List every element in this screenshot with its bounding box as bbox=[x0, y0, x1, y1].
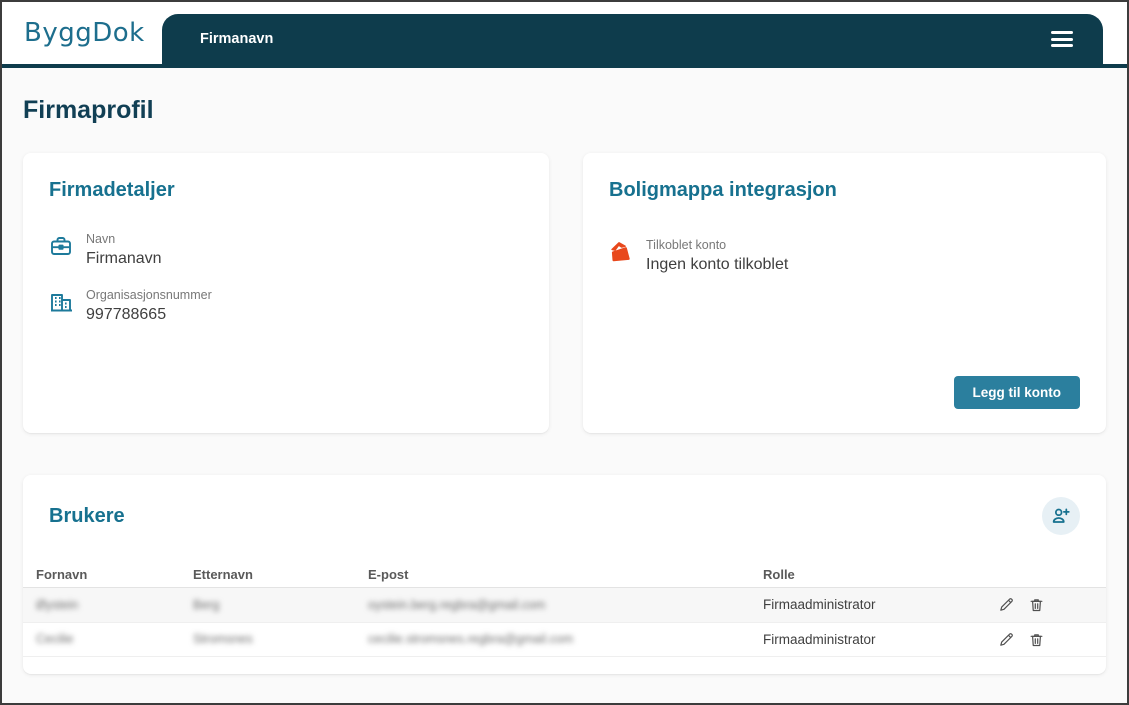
user-email: oystein.berg.regbra@gmail.com bbox=[368, 598, 763, 612]
trash-icon bbox=[1028, 631, 1045, 648]
page-title: Firmaprofil bbox=[23, 96, 1106, 125]
byggdok-logo[interactable]: ByggDok bbox=[24, 18, 145, 48]
person-add-icon bbox=[1050, 505, 1072, 527]
trash-icon bbox=[1028, 596, 1045, 613]
col-etternavn: Etternavn bbox=[193, 567, 368, 582]
org-number-label: Organisasjonsnummer bbox=[86, 288, 212, 302]
edit-user-button[interactable] bbox=[998, 631, 1015, 648]
users-table: Fornavn Etternavn E-post Rolle Øystein B… bbox=[23, 561, 1106, 657]
delete-user-button[interactable] bbox=[1028, 631, 1045, 648]
pencil-icon bbox=[998, 596, 1015, 613]
company-details-card: Firmadetaljer Navn Firmanavn bbox=[23, 153, 549, 433]
header-tab-bar: Firmanavn bbox=[162, 14, 1103, 64]
boligmappa-logo-icon bbox=[609, 240, 633, 264]
company-name-label: Navn bbox=[86, 232, 162, 246]
edit-user-button[interactable] bbox=[998, 596, 1015, 613]
connected-account-field: Tilkoblet konto Ingen konto tilkoblet bbox=[609, 238, 1080, 274]
user-email: cecilie.stromsnes.regbra@gmail.com bbox=[368, 632, 763, 646]
connected-account-label: Tilkoblet konto bbox=[646, 238, 788, 252]
org-number-value: 997788665 bbox=[86, 306, 212, 324]
boligmappa-title: Boligmappa integrasjon bbox=[609, 179, 1080, 202]
briefcase-icon bbox=[49, 234, 73, 258]
hamburger-menu-icon[interactable] bbox=[1051, 31, 1073, 51]
company-name-value: Firmanavn bbox=[86, 250, 162, 268]
top-header: ByggDok Firmanavn bbox=[2, 2, 1127, 64]
user-first-name: Cecilie bbox=[36, 632, 193, 646]
company-details-title: Firmadetaljer bbox=[49, 179, 523, 202]
delete-user-button[interactable] bbox=[1028, 596, 1045, 613]
user-row: Øystein Berg oystein.berg.regbra@gmail.c… bbox=[23, 588, 1106, 623]
header-divider bbox=[2, 64, 1127, 68]
org-number-field: Organisasjonsnummer 997788665 bbox=[49, 288, 523, 324]
connected-account-value: Ingen konto tilkoblet bbox=[646, 256, 788, 274]
user-row: Cecilie Stromsnes cecilie.stromsnes.regb… bbox=[23, 623, 1106, 658]
pencil-icon bbox=[998, 631, 1015, 648]
company-name-field: Navn Firmanavn bbox=[49, 232, 523, 268]
user-role: Firmaadministrator bbox=[763, 632, 998, 647]
users-table-header: Fornavn Etternavn E-post Rolle bbox=[23, 561, 1106, 588]
add-account-button[interactable]: Legg til konto bbox=[954, 376, 1081, 409]
users-title: Brukere bbox=[49, 505, 125, 528]
users-card: Brukere Fornavn Etternavn E-post Rolle bbox=[23, 475, 1106, 674]
user-last-name: Stromsnes bbox=[193, 632, 368, 646]
user-role: Firmaadministrator bbox=[763, 597, 998, 612]
tab-firmanavn[interactable]: Firmanavn bbox=[200, 14, 273, 64]
user-last-name: Berg bbox=[193, 598, 368, 612]
col-fornavn: Fornavn bbox=[36, 567, 193, 582]
boligmappa-card: Boligmappa integrasjon Tilkoblet konto I… bbox=[583, 153, 1106, 433]
building-icon bbox=[49, 290, 73, 314]
col-epost: E-post bbox=[368, 567, 763, 582]
user-first-name: Øystein bbox=[36, 598, 193, 612]
main-content: Firmaprofil Firmadetaljer Navn Firmanavn bbox=[2, 96, 1127, 674]
col-rolle: Rolle bbox=[763, 567, 998, 582]
add-user-button[interactable] bbox=[1042, 497, 1080, 535]
